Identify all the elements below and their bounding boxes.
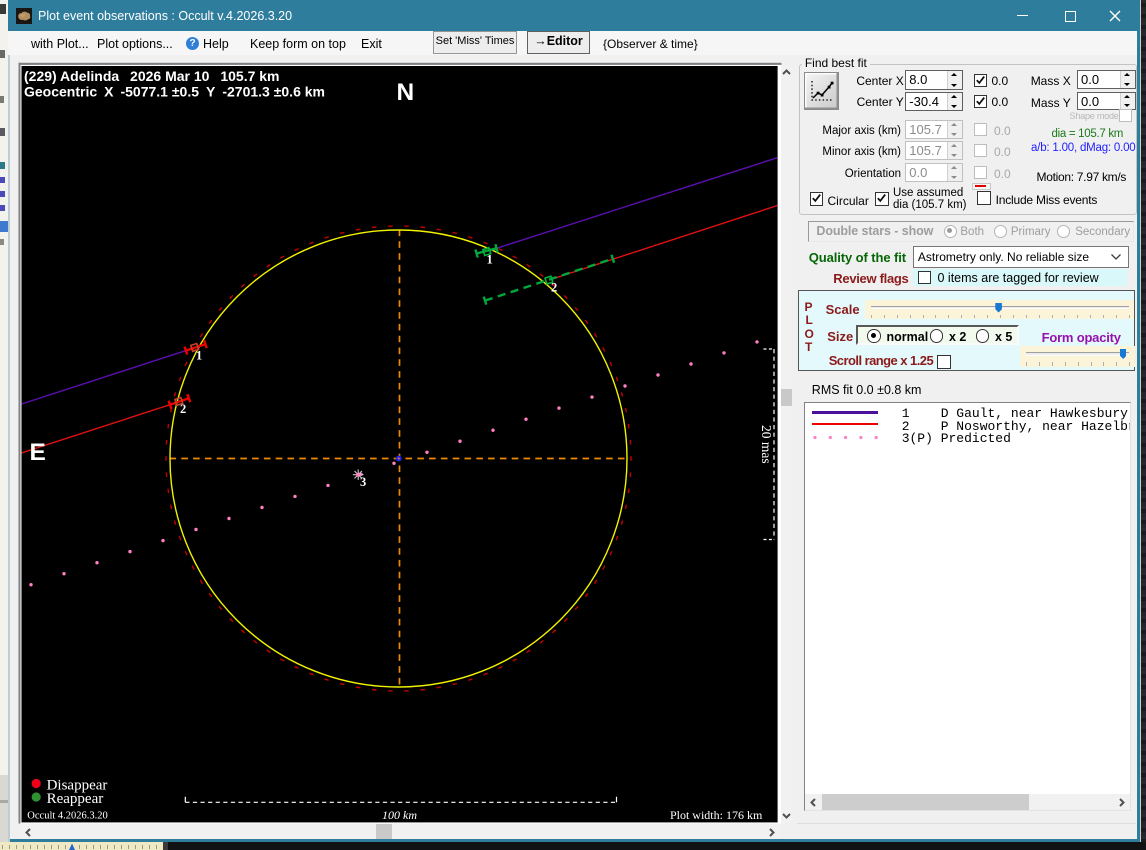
svg-text:E: E [30, 439, 46, 466]
svg-text:1: 1 [487, 252, 493, 266]
svg-text:3: 3 [360, 475, 366, 489]
svg-text:Plot width: 176 km: Plot width: 176 km [670, 808, 763, 822]
svg-text:Reappear: Reappear [47, 791, 104, 807]
svg-text:Geocentric X -5077.1 ±0.5 Y -2: Geocentric X -5077.1 ±0.5 Y -2701.3 ±0.6… [24, 84, 325, 100]
svg-text:N: N [397, 79, 415, 106]
svg-text:20 mas: 20 mas [759, 425, 774, 464]
svg-text:100 km: 100 km [382, 808, 417, 822]
svg-text:(229) Adelinda 2026 Mar 10: (229) Adelinda 2026 Mar 10 105.7 km [24, 68, 280, 84]
svg-text:1: 1 [196, 348, 202, 362]
svg-text:2: 2 [551, 281, 557, 295]
svg-text:2: 2 [180, 402, 186, 416]
svg-text:Occult 4.2026.3.20: Occult 4.2026.3.20 [27, 810, 108, 821]
